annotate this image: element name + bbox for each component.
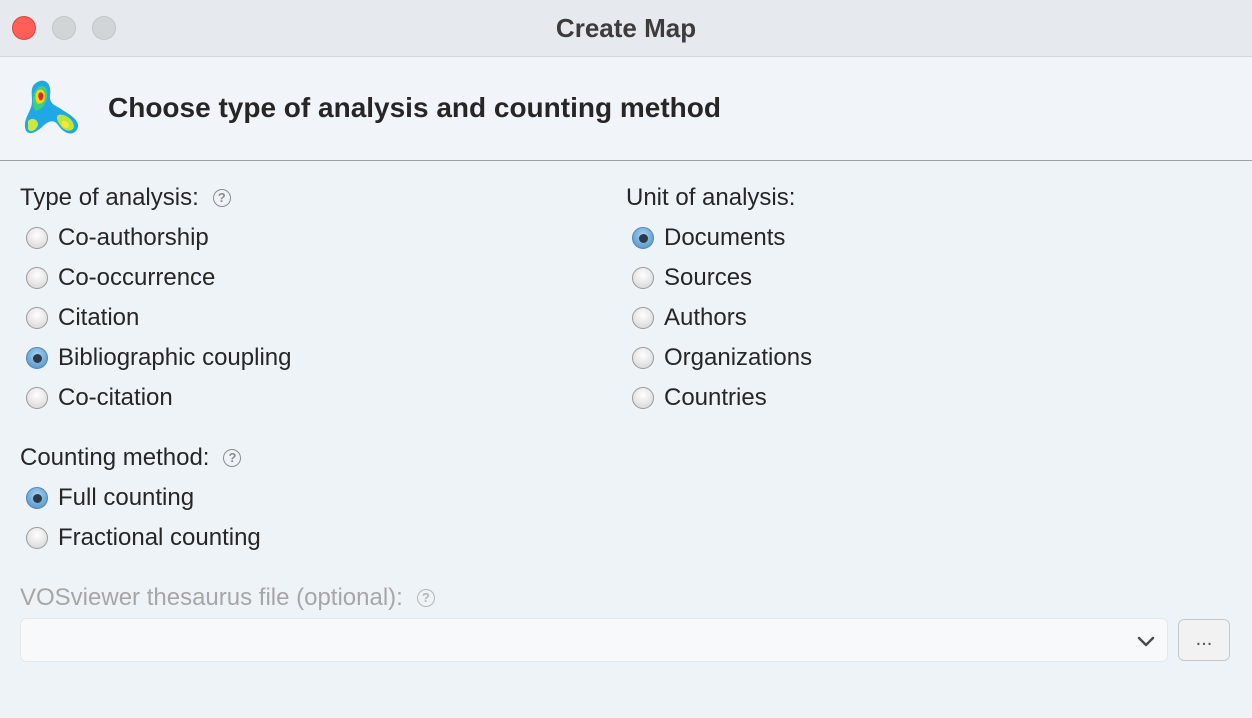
counting-method-label-text: Counting method: (20, 444, 210, 471)
radio-authors[interactable]: Authors (632, 303, 747, 333)
title-bar: Create Map (0, 0, 1252, 57)
radio-label: Full counting (58, 484, 195, 511)
radio-citation[interactable]: Citation (26, 303, 139, 333)
type-of-analysis-label: Type of analysis: ? (20, 184, 231, 212)
radio-label: Fractional counting (58, 524, 261, 551)
radio-label: Authors (664, 304, 747, 331)
radio-bibliographic-coupling[interactable]: Bibliographic coupling (26, 343, 291, 373)
radio-button-icon[interactable] (632, 347, 654, 369)
radio-label: Co-occurrence (58, 264, 216, 291)
radio-button-icon[interactable] (632, 387, 654, 409)
radio-button-icon[interactable] (632, 267, 654, 289)
radio-button-selected-icon[interactable] (632, 227, 654, 249)
radio-countries[interactable]: Countries (632, 383, 767, 413)
wizard-step-title: Choose type of analysis and counting met… (108, 92, 721, 123)
radio-button-icon[interactable] (26, 307, 48, 329)
radio-label: Co-citation (58, 384, 173, 411)
counting-method-help-icon[interactable]: ? (223, 449, 242, 467)
radio-label: Organizations (664, 344, 813, 371)
radio-button-icon[interactable] (26, 527, 48, 549)
browse-file-button[interactable]: ... (1178, 619, 1230, 661)
thesaurus-file-label: VOSviewer thesaurus file (optional): ? (20, 584, 435, 612)
radio-label: Bibliographic coupling (58, 344, 292, 371)
radio-co-citation[interactable]: Co-citation (26, 383, 173, 413)
radio-label: Documents (664, 224, 786, 251)
type-of-analysis-help-icon[interactable]: ? (212, 189, 231, 207)
radio-button-icon[interactable] (26, 227, 48, 249)
radio-organizations[interactable]: Organizations (632, 343, 812, 373)
radio-button-icon[interactable] (632, 307, 654, 329)
thesaurus-file-combobox[interactable] (20, 618, 1168, 662)
radio-label: Sources (664, 264, 753, 291)
unit-of-analysis-label-text: Unit of analysis: (626, 184, 796, 211)
counting-method-label: Counting method: ? (20, 444, 242, 472)
create-map-window: Create Map Choose type of analysis and c… (0, 0, 1252, 718)
radio-button-selected-icon[interactable] (26, 347, 48, 369)
unit-of-analysis-label: Unit of analysis: (626, 184, 795, 212)
vosviewer-logo-icon (24, 80, 79, 134)
radio-fractional-counting[interactable]: Fractional counting (26, 523, 261, 553)
radio-button-icon[interactable] (26, 387, 48, 409)
radio-sources[interactable]: Sources (632, 263, 752, 293)
chevron-down-icon[interactable] (1135, 630, 1157, 652)
radio-label: Citation (58, 304, 140, 331)
radio-documents[interactable]: Documents (632, 223, 785, 253)
window-title: Create Map (555, 13, 697, 43)
radio-label: Countries (664, 384, 767, 411)
wizard-header: Choose type of analysis and counting met… (0, 57, 1252, 161)
thesaurus-file-label-text: VOSviewer thesaurus file (optional): (20, 584, 403, 611)
type-of-analysis-label-text: Type of analysis: (20, 184, 199, 211)
thesaurus-help-icon[interactable]: ? (416, 589, 435, 607)
radio-label: Co-authorship (58, 224, 209, 251)
radio-button-selected-icon[interactable] (26, 487, 48, 509)
radio-button-icon[interactable] (26, 267, 48, 289)
radio-co-occurrence[interactable]: Co-occurrence (26, 263, 215, 293)
radio-full-counting[interactable]: Full counting (26, 483, 194, 513)
radio-co-authorship[interactable]: Co-authorship (26, 223, 209, 253)
